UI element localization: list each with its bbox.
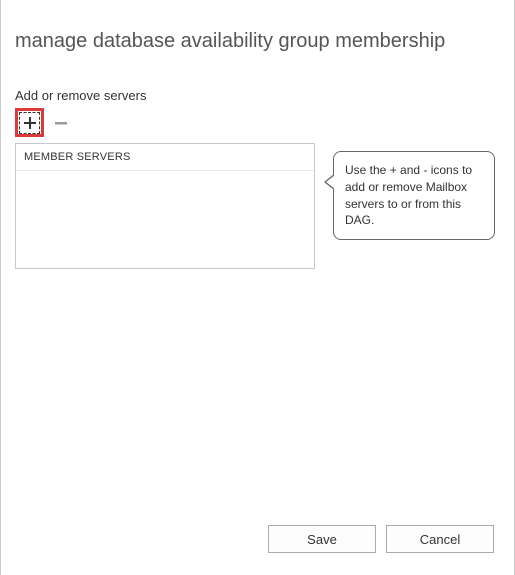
- button-bar: Save Cancel: [268, 525, 494, 553]
- listbox-header: MEMBER SERVERS: [16, 144, 314, 171]
- help-callout: Use the + and - icons to add or remove M…: [333, 151, 495, 240]
- plus-icon: [23, 116, 37, 130]
- add-button[interactable]: [19, 112, 40, 134]
- section-label: Add or remove servers: [15, 88, 500, 103]
- member-servers-listbox[interactable]: MEMBER SERVERS: [15, 143, 315, 269]
- highlight-add: [15, 108, 44, 137]
- remove-button[interactable]: [50, 112, 72, 134]
- cancel-button[interactable]: Cancel: [386, 525, 494, 553]
- icon-toolbar: [15, 108, 500, 137]
- save-button[interactable]: Save: [268, 525, 376, 553]
- minus-icon: [54, 116, 68, 130]
- page-title: manage database availability group membe…: [15, 30, 500, 53]
